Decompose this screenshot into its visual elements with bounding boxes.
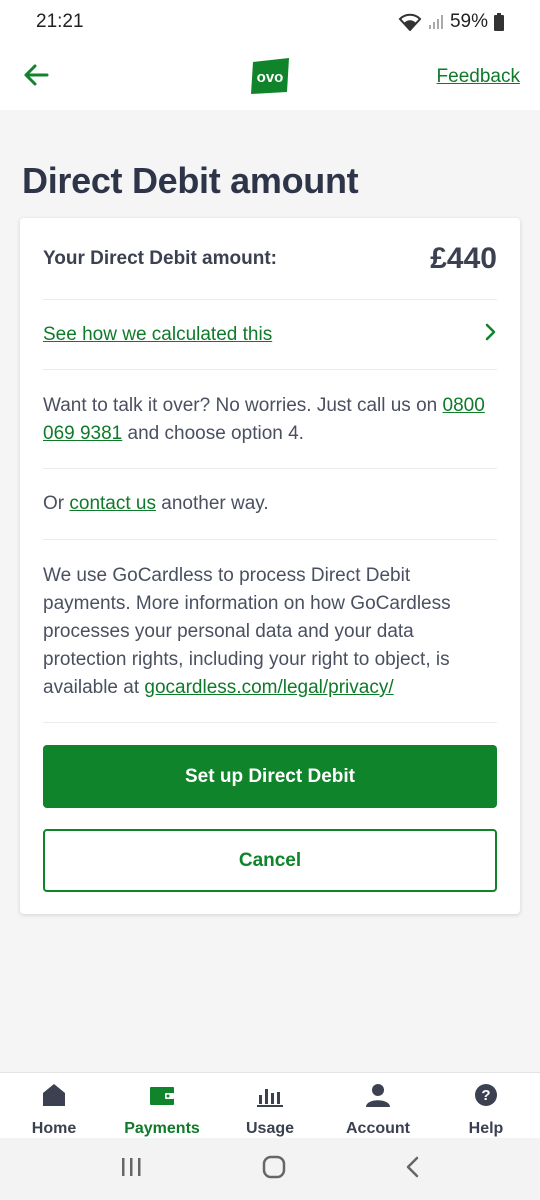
nav-item-payments[interactable]: Payments [108, 1073, 216, 1138]
battery-icon [494, 13, 504, 31]
talk-prefix: Want to talk it over? No worries. Just c… [43, 395, 443, 416]
status-time: 21:21 [36, 11, 84, 32]
chevron-right-icon [485, 323, 497, 346]
amount-label: Your Direct Debit amount: [43, 247, 277, 269]
calculation-link-row[interactable]: See how we calculated this [43, 300, 497, 370]
nav-label-payments: Payments [124, 1120, 200, 1137]
recent-apps-button[interactable] [119, 1156, 143, 1183]
system-nav-bar [0, 1138, 540, 1200]
status-icons: 59% [398, 11, 504, 33]
contact-suffix: another way. [156, 493, 269, 514]
help-icon: ? [473, 1083, 499, 1112]
contact-text: Or contact us another way. [43, 469, 497, 540]
page-title: Direct Debit amount [22, 160, 359, 201]
app-header: ovo Feedback [0, 44, 540, 110]
talk-suffix: and choose option 4. [122, 423, 304, 444]
svg-text:?: ? [481, 1087, 490, 1104]
wallet-icon [149, 1083, 175, 1112]
gocardless-privacy-link[interactable]: gocardless.com/legal/privacy/ [144, 677, 393, 698]
amount-value: £440 [430, 241, 497, 275]
wifi-icon [398, 13, 422, 31]
nav-item-account[interactable]: Account [324, 1073, 432, 1138]
contact-prefix: Or [43, 493, 70, 514]
back-nav-button[interactable] [405, 1155, 421, 1184]
home-icon [41, 1083, 67, 1112]
direct-debit-card: Your Direct Debit amount: £440 See how w… [20, 218, 520, 914]
amount-row: Your Direct Debit amount: £440 [43, 218, 497, 300]
home-button[interactable] [262, 1155, 286, 1184]
nav-item-home[interactable]: Home [0, 1073, 108, 1138]
nav-label-home: Home [31, 1120, 77, 1137]
battery-percent: 59% [449, 11, 488, 32]
gocardless-text: We use GoCardless to process Direct Debi… [43, 540, 497, 723]
setup-direct-debit-button[interactable]: Set up Direct Debit [43, 745, 497, 808]
nav-item-help[interactable]: ? Help [432, 1073, 540, 1138]
cancel-button[interactable]: Cancel [43, 829, 497, 892]
nav-label-help: Help [468, 1120, 504, 1137]
nav-label-usage: Usage [245, 1120, 295, 1137]
feedback-link[interactable]: Feedback [437, 66, 520, 88]
back-button[interactable] [20, 61, 52, 93]
bar-chart-icon [257, 1083, 283, 1112]
calculation-link[interactable]: See how we calculated this [43, 324, 272, 346]
signal-icon [428, 14, 444, 30]
bottom-nav: Home Payments Usage Account ? Help [0, 1072, 540, 1138]
contact-us-link[interactable]: contact us [69, 493, 156, 514]
arrow-left-icon [23, 63, 49, 92]
logo-text: ovo [257, 69, 284, 86]
nav-label-account: Account [346, 1120, 410, 1137]
status-bar: 21:21 59% [0, 0, 540, 44]
talk-it-over-text: Want to talk it over? No worries. Just c… [43, 370, 497, 469]
nav-item-usage[interactable]: Usage [216, 1073, 324, 1138]
person-icon [365, 1083, 391, 1112]
ovo-logo: ovo [249, 56, 291, 96]
